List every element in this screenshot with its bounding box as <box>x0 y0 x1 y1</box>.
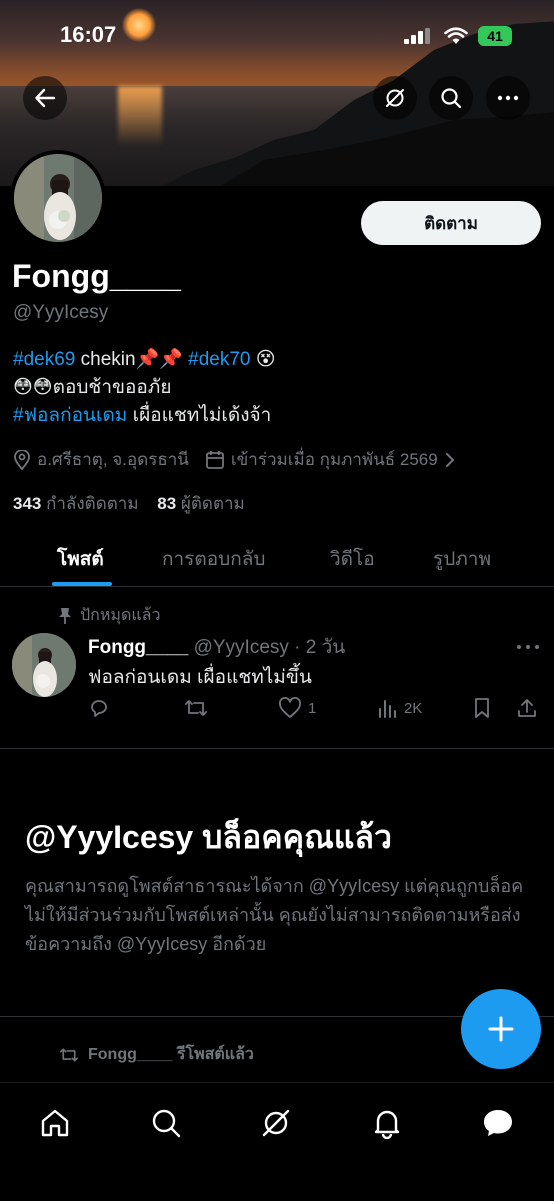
status-time: 16:07 <box>60 22 117 47</box>
calendar-icon <box>205 450 224 469</box>
repost-label: Fongg____ รีโพสต์แล้ว <box>88 1046 254 1063</box>
battery-indicator: 41 <box>478 26 512 46</box>
nav-messages[interactable] <box>476 1101 520 1145</box>
share-icon <box>518 699 536 717</box>
more-options-button[interactable] <box>486 76 530 120</box>
hashtag-link[interactable]: #dek70 <box>188 349 250 370</box>
more-icon <box>497 95 519 101</box>
status-bar: 16:07 41 <box>0 0 554 72</box>
more-icon <box>517 645 539 649</box>
bookmark-button[interactable] <box>472 697 492 719</box>
chevron-right-icon <box>445 452 455 467</box>
tweet-actions: 1 2K <box>88 697 540 725</box>
divider <box>0 748 554 749</box>
tab-posts[interactable]: โพสต์ <box>57 544 104 574</box>
pin-icon <box>59 607 71 624</box>
bio-text: chekin📌📌 <box>75 349 189 370</box>
battery-level: 41 <box>487 28 503 44</box>
profile-tabs: โพสต์ การตอบกลับ วิดีโอ รูปภาพ <box>0 530 554 587</box>
nav-search[interactable] <box>144 1101 188 1145</box>
followers-count: 83 <box>157 494 177 513</box>
bio-emoji: 😵 <box>250 349 276 370</box>
search-icon <box>441 88 462 109</box>
grok-button[interactable] <box>373 76 417 120</box>
following-count: 343 <box>13 494 42 513</box>
nav-notifications[interactable] <box>365 1101 409 1145</box>
views-icon <box>379 700 396 718</box>
bottom-navigation <box>0 1082 554 1201</box>
tab-photos[interactable]: รูปภาพ <box>433 544 491 574</box>
search-icon <box>152 1109 181 1138</box>
bio-line-2: 😳😳ตอบช้าขออภัย <box>13 377 172 398</box>
grok-icon <box>386 89 404 107</box>
pinned-indicator: ปักหมุดแล้ว <box>58 603 160 628</box>
tweet-author-meta: @YyyIcesy · 2 วัน <box>188 637 346 658</box>
like-icon <box>279 697 301 718</box>
nav-home[interactable] <box>33 1101 77 1145</box>
notifications-icon <box>374 1110 400 1139</box>
profile-meta: อ.ศรีธาตุ, จ.อุดรธานี เข้าร่วมเมื่อ กุมภ… <box>13 446 456 473</box>
tweet-more-button[interactable] <box>516 634 540 657</box>
bio-line-1: #dek69 chekin📌📌 #dek70 😵 <box>13 346 276 374</box>
like-button[interactable]: 1 <box>278 697 316 719</box>
blocked-notice-title: @YyyIcesy บล็อคคุณแล้ว <box>25 819 392 855</box>
profile-handle: @YyyIcesy <box>13 302 109 323</box>
profile-location: อ.ศรีธาตุ, จ.อุดรธานี <box>37 450 189 469</box>
compose-post-button[interactable] <box>461 989 541 1069</box>
tweet-avatar[interactable] <box>12 633 76 697</box>
reply-icon <box>91 700 107 717</box>
wifi-icon <box>444 27 468 44</box>
retweet-icon <box>59 1047 78 1062</box>
followers-label: ผู้ติดตาม <box>176 494 245 513</box>
home-icon <box>41 1109 69 1137</box>
plus-icon <box>488 1016 514 1042</box>
avatar-photo <box>14 154 102 242</box>
bio-line-3: #ฟอลก่อนเดม เผื่อแชทไม่เด้งจ้า <box>13 402 276 430</box>
repost-indicator: Fongg____ รีโพสต์แล้ว <box>58 1042 254 1067</box>
search-button[interactable] <box>429 76 473 120</box>
cellular-signal-icon <box>404 28 430 44</box>
tab-videos[interactable]: วิดีโอ <box>330 544 375 574</box>
profile-bio: #dek69 chekin📌📌 #dek70 😵 😳😳ตอบช้าขออภัย … <box>13 346 276 430</box>
following-link[interactable]: 343 กำลังติดตาม <box>13 494 139 513</box>
tweet-text: ฟอลก่อนเดม เผื่อแชทไม่ขึ้น <box>88 667 312 688</box>
nav-grok[interactable] <box>254 1101 298 1145</box>
blocked-notice-description: คุณสามารถดูโพสต์สาธารณะได้จาก @YyyIcesy … <box>25 876 524 954</box>
grok-icon <box>262 1109 290 1137</box>
messages-icon <box>484 1110 512 1136</box>
retweet-button[interactable] <box>184 697 208 719</box>
following-label: กำลังติดตาม <box>41 494 139 513</box>
bio-text: เผื่อแชทไม่เด้งจ้า <box>127 405 272 426</box>
hashtag-link[interactable]: #ฟอลก่อนเดม <box>13 405 127 426</box>
profile-display-name: Fongg____ <box>12 258 181 294</box>
followers-link[interactable]: 83 ผู้ติดตาม <box>157 494 244 513</box>
reply-button[interactable] <box>88 697 110 719</box>
tab-replies[interactable]: การตอบกลับ <box>162 544 265 574</box>
tweet-header: Fongg____ @YyyIcesy · 2 วัน <box>88 632 345 662</box>
active-tab-indicator <box>52 582 112 586</box>
profile-stats: 343 กำลังติดตาม 83 ผู้ติดตาม <box>13 490 245 517</box>
profile-avatar[interactable] <box>10 150 106 246</box>
bookmark-icon <box>475 698 489 718</box>
profile-joined-date[interactable]: เข้าร่วมเมื่อ กุมภาพันธ์ 2569 <box>231 446 438 473</box>
location-icon <box>14 449 30 470</box>
follow-button[interactable]: ติดตาม <box>361 201 541 245</box>
tweet-author-name[interactable]: Fongg____ <box>88 637 188 658</box>
back-button[interactable] <box>23 76 67 120</box>
pinned-label: ปักหมุดแล้ว <box>80 607 161 624</box>
retweet-icon <box>185 700 207 716</box>
view-count: 2K <box>404 699 423 717</box>
views-button[interactable]: 2K <box>376 697 422 719</box>
back-arrow-icon <box>35 88 56 108</box>
hashtag-link[interactable]: #dek69 <box>13 349 75 370</box>
share-button[interactable] <box>516 697 538 719</box>
avatar-photo <box>12 633 76 697</box>
like-count: 1 <box>308 699 317 717</box>
